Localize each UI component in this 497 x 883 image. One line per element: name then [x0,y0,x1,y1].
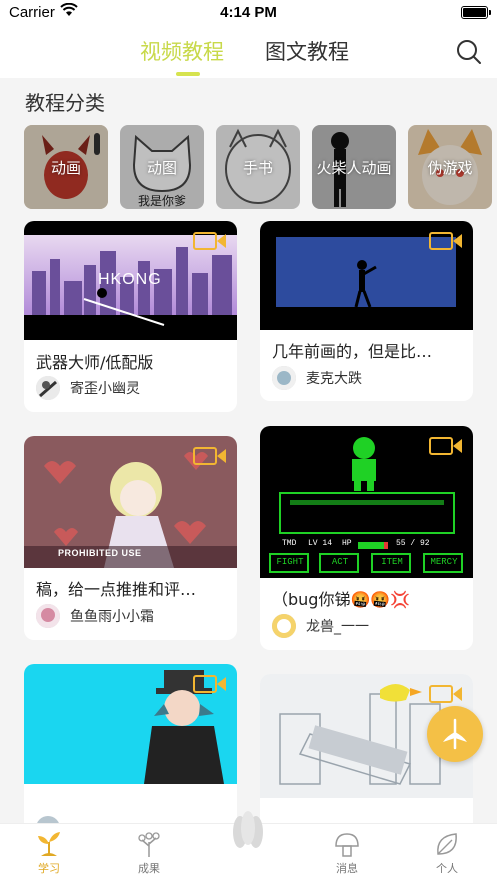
author[interactable]: 寄歪小幽灵 [36,376,140,400]
video-camera-icon [193,447,226,465]
avatar [272,366,296,390]
battery-icon [461,6,491,19]
create-fab-button[interactable] [427,706,483,762]
video-camera-icon [429,232,462,250]
hud-hp-value: 55 / 92 [396,539,430,548]
category-label: 动图 [146,159,177,177]
video-card[interactable] [24,664,237,834]
author-name: 麦克大跌 [306,371,362,387]
tab-label: 成果 [138,862,160,875]
thumbnail-overlay-text: PROHIBITED USE [58,548,142,558]
tab-label: 消息 [336,862,358,875]
video-camera-icon [429,437,462,455]
sprout-icon [38,832,60,856]
tab-video-tutorials[interactable]: 视频教程 [140,36,224,66]
tab-results[interactable]: 成果 [114,824,184,883]
status-bar: Carrier 4:14 PM [0,0,497,26]
author[interactable]: 龙兽_一一 [272,614,369,638]
game-button-label: MERCY [430,557,458,567]
video-title: 稿，给一点推推和评… [36,580,197,599]
feather-icon [443,718,467,750]
tab-profile[interactable]: 个人 [412,824,482,883]
author[interactable]: 鱼鱼雨小小霜 [36,604,154,628]
video-title: （bug你锑🤬🤬💢 [272,590,411,609]
game-button-label: ITEM [381,557,403,567]
leaf-icon [437,833,457,855]
video-card[interactable]: HKONG 武器大师/低配版 寄歪小幽灵 [24,221,237,412]
category-label: 动画 [50,159,81,177]
clock: 4:14 PM [220,4,277,21]
section-title: 教程分类 [25,91,105,115]
video-card[interactable]: PROHIBITED USE 稿，给一点推推和评… 鱼鱼雨小小霜 [24,436,237,640]
bottom-tab-bar: 学习 成果 消息 个人 [0,811,497,883]
tab-label: 学习 [38,862,60,875]
leaves-icon [233,811,263,848]
avatar [272,614,296,638]
tab-label: 个人 [436,862,458,875]
author-name: 龙兽_一一 [306,619,369,635]
category-label: 手书 [242,159,273,177]
avatar [36,376,60,400]
video-camera-icon [193,232,226,250]
video-camera-icon [429,685,462,703]
category-label: 伪游戏 [427,159,473,177]
category-gif[interactable]: 我是你爹 动图 [120,125,204,209]
hud-hp-label: HP [342,539,352,548]
category-pseudo-game[interactable]: 伪游戏 [408,125,492,209]
tree-icon [138,832,160,857]
category-animation[interactable]: 动画 [24,125,108,209]
category-row: 动画 我是你爹 动图 手书 火柴人动画 伪游戏 [24,125,497,209]
game-button-label: ACT [331,557,349,567]
tab-learn[interactable]: 学习 [14,824,84,883]
author-name: 寄歪小幽灵 [70,381,140,397]
video-camera-icon [193,675,226,693]
video-card[interactable]: TMD LV 14 HP 55 / 92 FIGHT ACT ITEM MERC… [260,426,473,650]
hud-name: TMD [282,539,297,548]
tab-center[interactable] [213,811,283,883]
active-tab-indicator [176,72,200,76]
category-handbook[interactable]: 手书 [216,125,300,209]
avatar [36,604,60,628]
hud-level: LV 14 [308,539,333,548]
tab-text-tutorials[interactable]: 图文教程 [265,36,349,66]
video-title: 几年前画的，但是比… [272,342,433,361]
thumbnail-overlay-text: HKONG [98,271,162,288]
author-name: 鱼鱼雨小小霜 [70,609,154,625]
video-title: 武器大师/低配版 [36,353,154,372]
game-button-label: FIGHT [276,557,304,567]
category-stickman[interactable]: 火柴人动画 [312,125,396,209]
search-icon[interactable] [455,38,483,66]
tab-messages[interactable]: 消息 [312,824,382,883]
author[interactable]: 麦克大跌 [272,366,362,390]
top-nav: 视频教程 图文教程 [0,26,497,78]
video-card[interactable]: 几年前画的，但是比… 麦克大跌 [260,221,473,401]
category-label: 火柴人动画 [316,159,392,177]
mushroom-icon [335,833,359,857]
